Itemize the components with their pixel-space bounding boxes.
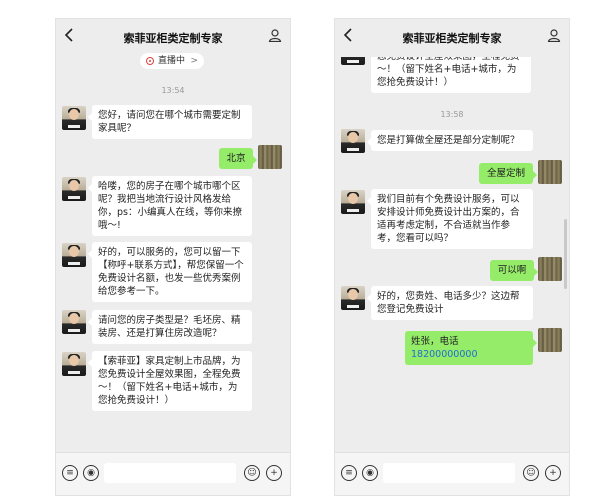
message-bubble: 哈喽，您的房子在哪个城市哪个区呢？我把当地流行设计风格发给你，ps：小编真人在线… xyxy=(88,176,252,236)
menu-icon[interactable]: ≡ xyxy=(62,465,78,481)
menu-icon[interactable]: ≡ xyxy=(341,465,357,481)
agent-avatar[interactable] xyxy=(62,352,86,376)
message-bubble: 北京 xyxy=(219,148,257,169)
chat-title: 索菲亚柜类定制专家 xyxy=(402,32,502,45)
message-bubble: 您好，请问您在哪个城市需要定制家具呢？ xyxy=(88,105,252,139)
timestamp: 13:58 xyxy=(440,110,464,119)
person-icon[interactable] xyxy=(547,28,561,42)
plus-icon[interactable]: + xyxy=(545,465,561,481)
user-avatar[interactable] xyxy=(538,257,562,281)
live-dot-icon xyxy=(146,57,154,65)
agent-avatar[interactable] xyxy=(341,129,365,153)
live-chevron-icon: > xyxy=(190,56,198,66)
agent-avatar[interactable] xyxy=(62,106,86,130)
message-bubble: 姓张，电话 18200000000 xyxy=(405,331,537,365)
message-bubble: 全屋定制 xyxy=(479,163,537,184)
message-input[interactable] xyxy=(104,463,236,483)
phone-number-link[interactable]: 18200000000 xyxy=(411,349,478,360)
message-bubble: 我们目前有个免费设计服务，可以安排设计师免费设计出方案的，合适再考虑定制，不合适… xyxy=(367,189,533,249)
header-bar: 索菲亚柜类定制专家 xyxy=(335,19,569,57)
header-bar: 索菲亚柜类定制专家 xyxy=(56,19,290,57)
agent-avatar[interactable] xyxy=(62,177,86,201)
emoji-icon[interactable]: ☺ xyxy=(523,465,539,481)
scrollbar[interactable] xyxy=(564,219,567,289)
user-avatar[interactable] xyxy=(258,145,282,169)
input-bar: ≡ ◉ ☺ + xyxy=(335,452,569,495)
right-chat-screen: 【索菲亚】家具定制上市品牌，为您免费设计全屋效果图，全程免费～！（留下姓名+电话… xyxy=(334,18,570,496)
message-bubble: 好的，可以服务的，您可以留一下【称呼+联系方式】，帮您保留一个免费设计名额，也发… xyxy=(88,242,252,302)
agent-avatar[interactable] xyxy=(62,310,86,334)
agent-avatar[interactable] xyxy=(341,286,365,310)
live-label: 直播中 xyxy=(158,56,186,66)
voice-icon[interactable]: ◉ xyxy=(83,465,99,481)
chat-title: 索菲亚柜类定制专家 xyxy=(123,32,223,45)
message-input[interactable] xyxy=(383,463,515,483)
message-bubble: 可以啊 xyxy=(490,260,538,281)
plus-icon[interactable]: + xyxy=(266,465,282,481)
user-avatar[interactable] xyxy=(538,160,562,184)
emoji-icon[interactable]: ☺ xyxy=(244,465,260,481)
agent-avatar[interactable] xyxy=(62,243,86,267)
left-chat-screen: 索菲亚柜类定制专家 直播中 > 13:54 您好，请问您在哪个城市需要定制家具呢… xyxy=(55,18,291,496)
live-badge[interactable]: 直播中 > xyxy=(140,53,204,69)
message-text: 姓张，电话 xyxy=(411,336,459,347)
message-bubble: 请问您的房子类型是？毛坯房、精装房、还是打算住房改造呢？ xyxy=(88,310,252,344)
message-bubble: 您是打算做全屋还是部分定制呢？ xyxy=(367,130,533,151)
person-icon[interactable] xyxy=(268,28,282,42)
message-bubble: 好的，您贵姓、电话多少？这边帮您登记免费设计 xyxy=(367,286,533,320)
agent-avatar[interactable] xyxy=(341,190,365,214)
user-avatar[interactable] xyxy=(538,328,562,352)
timestamp: 13:54 xyxy=(161,86,185,95)
input-bar: ≡ ◉ ☺ + xyxy=(56,452,290,495)
message-bubble: 【索菲亚】家具定制上市品牌，为您免费设计全屋效果图，全程免费～！（留下姓名+电话… xyxy=(88,351,252,411)
voice-icon[interactable]: ◉ xyxy=(362,465,378,481)
